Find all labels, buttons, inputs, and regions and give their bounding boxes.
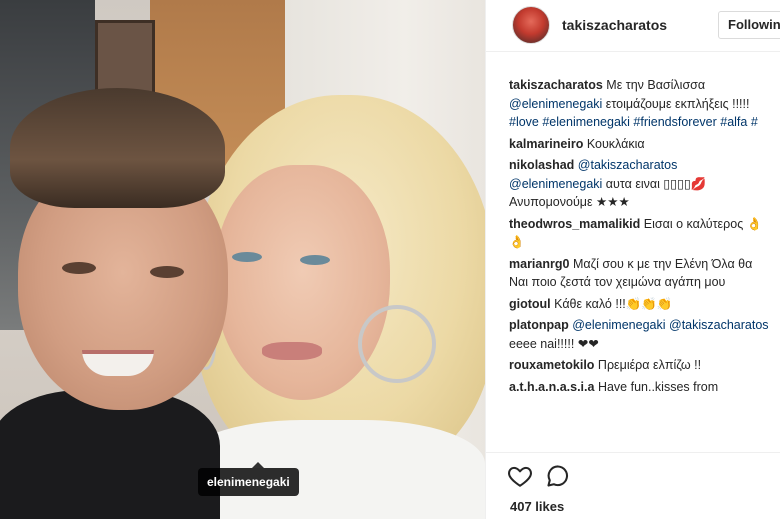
comment-text: Κάθε καλό !!!👏👏👏 bbox=[554, 296, 673, 311]
comment: platonpap @elenimenegaki @takiszacharato… bbox=[509, 316, 771, 353]
photo-man-hair bbox=[10, 88, 225, 208]
caption: takiszacharatos Με την Βασίλισσα @elenim… bbox=[509, 76, 771, 132]
comment: marianrg0 Μαζί σου κ με την Ελένη Όλα θα… bbox=[509, 255, 771, 292]
header-username[interactable]: takiszacharatos bbox=[562, 17, 667, 33]
photo-man-eye-left bbox=[62, 262, 96, 274]
comment-user[interactable]: theodwros_mamalikid bbox=[509, 217, 640, 231]
likes-count[interactable]: 407 likes bbox=[510, 499, 564, 514]
comment-text: eeee nai!!!!! ❤❤ bbox=[509, 336, 599, 351]
photo-user-tag[interactable]: elenimenegaki bbox=[198, 468, 299, 496]
comment: nikolashad @takiszacharatos @elenimenega… bbox=[509, 156, 771, 212]
comment: a.t.h.a.n.a.s.i.a Have fun..kisses from bbox=[509, 378, 771, 397]
photo-woman-eye-right bbox=[300, 255, 330, 265]
following-button[interactable]: Followin bbox=[718, 11, 780, 39]
photo-man-eye-right bbox=[150, 266, 184, 278]
photo-background-frame bbox=[95, 20, 155, 95]
comment-mention[interactable]: @takiszacharatos bbox=[578, 158, 678, 172]
comment-text: Κουκλάκια bbox=[586, 136, 645, 151]
comment-user[interactable]: rouxametokilo bbox=[509, 358, 594, 372]
caption-text: ετοιμάζουμε εκπλήξεις !!!!! bbox=[605, 96, 750, 111]
comment-user[interactable]: platonpap bbox=[509, 318, 569, 332]
comment-user[interactable]: nikolashad bbox=[509, 158, 574, 172]
caption-hashtags[interactable]: #love #elenimenegaki #friendsforever #al… bbox=[509, 115, 758, 129]
post-actions: 407 likes bbox=[486, 452, 780, 519]
photo-woman-eye-left bbox=[232, 252, 262, 262]
post-header: takiszacharatos Followin bbox=[486, 0, 780, 52]
post-photo[interactable]: elenimenegaki bbox=[0, 0, 485, 519]
comment-mention[interactable]: @takiszacharatos bbox=[669, 318, 769, 332]
comment: theodwros_mamalikid Εισαι ο καλύτερος 👌👌 bbox=[509, 215, 771, 252]
photo-earring-right bbox=[358, 305, 436, 383]
comments-list: takiszacharatos Με την Βασίλισσα @elenim… bbox=[509, 76, 771, 399]
comment-icon[interactable] bbox=[545, 463, 571, 489]
avatar[interactable] bbox=[512, 6, 550, 44]
heart-icon[interactable] bbox=[507, 463, 533, 489]
comment-user[interactable]: marianrg0 bbox=[509, 257, 569, 271]
comment-text: Have fun..kisses from bbox=[597, 379, 719, 394]
comment-mention[interactable]: @elenimenegaki bbox=[572, 318, 665, 332]
caption-user[interactable]: takiszacharatos bbox=[509, 78, 603, 92]
comment: giotoul Κάθε καλό !!!👏👏👏 bbox=[509, 295, 771, 314]
caption-text: Με την Βασίλισσα bbox=[606, 78, 706, 92]
comment-text: Πρεμιέρα ελπίζω !! bbox=[597, 358, 702, 372]
instagram-post: elenimenegaki takiszacharatos Followin t… bbox=[0, 0, 780, 519]
post-sidebar: takiszacharatos Followin takiszacharatos… bbox=[485, 0, 780, 519]
comment: rouxametokilo Πρεμιέρα ελπίζω !! bbox=[509, 356, 771, 375]
comment-user[interactable]: giotoul bbox=[509, 297, 551, 311]
photo-woman-mouth bbox=[262, 342, 322, 360]
caption-mention[interactable]: @elenimenegaki bbox=[509, 97, 602, 111]
comment: kalmarineiro Κουκλάκια bbox=[509, 135, 771, 154]
comment-user[interactable]: a.t.h.a.n.a.s.i.a bbox=[509, 380, 594, 394]
comment-mention[interactable]: @elenimenegaki bbox=[509, 177, 602, 191]
comment-user[interactable]: kalmarineiro bbox=[509, 137, 583, 151]
